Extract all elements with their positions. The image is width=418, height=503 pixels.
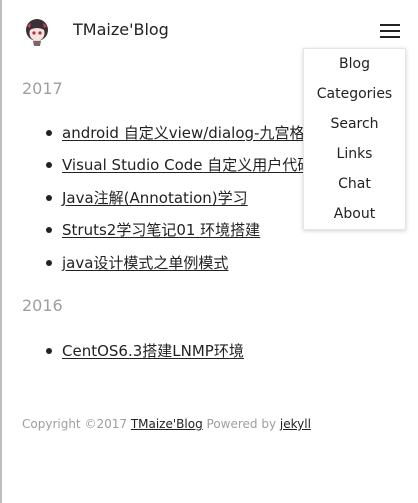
window-left-edge [0, 0, 2, 503]
year-heading-2017: 2017 [22, 79, 63, 98]
footer-powered-by: Powered by [202, 417, 280, 431]
footer-copyright: Copyright ©2017 [22, 417, 131, 431]
post-link[interactable]: java设计模式之单例模式 [62, 252, 228, 273]
site-title[interactable]: TMaize'Blog [73, 20, 169, 39]
footer-site-link[interactable]: TMaize'Blog [131, 417, 203, 431]
year-heading-2016: 2016 [22, 296, 63, 315]
post-link[interactable]: CentOS6.3搭建LNMP环境 [62, 340, 244, 361]
menu-item-about[interactable]: About [304, 206, 405, 222]
post-link[interactable]: Struts2学习笔记01 环境搭建 [62, 219, 260, 240]
site-footer: Copyright ©2017 TMaize'Blog Powered by j… [22, 417, 311, 431]
menu-item-links[interactable]: Links [304, 146, 405, 162]
avatar[interactable] [24, 17, 50, 47]
menu-item-chat[interactable]: Chat [304, 176, 405, 192]
post-link[interactable]: android 自定义view/dialog-九宫格 [62, 122, 304, 143]
menu-item-search[interactable]: Search [304, 116, 405, 132]
bullet-icon [46, 260, 52, 266]
menu-item-blog[interactable]: Blog [304, 56, 405, 72]
nav-dropdown-menu: Blog Categories Search Links Chat About [303, 48, 406, 230]
bullet-icon [46, 227, 52, 233]
footer-jekyll-link[interactable]: jekyll [280, 417, 311, 431]
bullet-icon [46, 130, 52, 136]
bullet-icon [46, 195, 52, 201]
anime-girl-avatar-icon [26, 19, 48, 46]
post-link[interactable]: Java注解(Annotation)学习 [62, 187, 248, 208]
hamburger-menu-icon[interactable] [380, 22, 402, 40]
menu-item-categories[interactable]: Categories [304, 86, 405, 102]
bullet-icon [46, 348, 52, 354]
post-link[interactable]: Visual Studio Code 自定义用户代码片段 [62, 154, 342, 175]
bullet-icon [46, 162, 52, 168]
